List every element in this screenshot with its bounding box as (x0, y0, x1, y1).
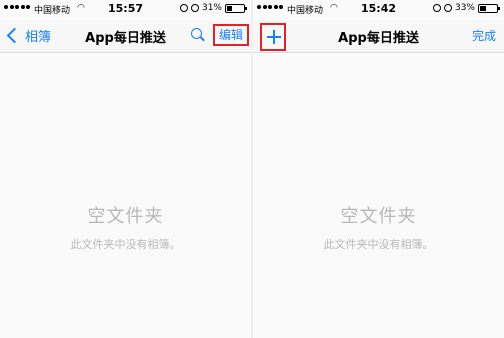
left-phone-screen: 中国移动 ◠ 15:57 31% 相簿 App每日推送 编辑 空文件夹 此文件夹… (0, 0, 251, 338)
search-button[interactable] (190, 27, 206, 43)
status-right: 33% (432, 3, 500, 13)
right-phone-screen: 中国移动 ◠ 15:42 33% App每日推送 完成 空文件夹 此文件夹中没有… (253, 0, 504, 338)
done-button[interactable]: 完成 (472, 27, 496, 44)
status-bar: 中国移动 ◠ 15:57 31% (0, 0, 251, 20)
rotation-lock-icon (179, 4, 188, 12)
status-bar: 中国移动 ◠ 15:42 33% (253, 0, 504, 20)
screenshot-stage: 中国移动 ◠ 15:57 31% 相簿 App每日推送 编辑 空文件夹 此文件夹… (0, 0, 504, 338)
status-right: 31% (179, 3, 247, 13)
battery-icon (225, 3, 247, 13)
battery-percent: 31% (201, 3, 222, 13)
alarm-icon (190, 4, 199, 12)
navigation-bar: 相簿 App每日推送 编辑 (0, 20, 251, 53)
empty-folder-title: 空文件夹 (87, 206, 164, 227)
battery-percent: 33% (454, 3, 475, 13)
edit-button[interactable]: 编辑 (213, 24, 249, 46)
alarm-icon (443, 4, 452, 12)
navigation-bar: App每日推送 完成 (253, 20, 504, 53)
rotation-lock-icon (432, 4, 441, 12)
empty-folder-subtitle: 此文件夹中没有相簿。 (70, 238, 181, 251)
empty-folder-title: 空文件夹 (340, 206, 417, 227)
search-icon-handle (200, 36, 205, 42)
battery-icon (478, 3, 500, 13)
empty-folder-subtitle: 此文件夹中没有相簿。 (323, 238, 434, 251)
page-title: App每日推送 (338, 31, 419, 46)
